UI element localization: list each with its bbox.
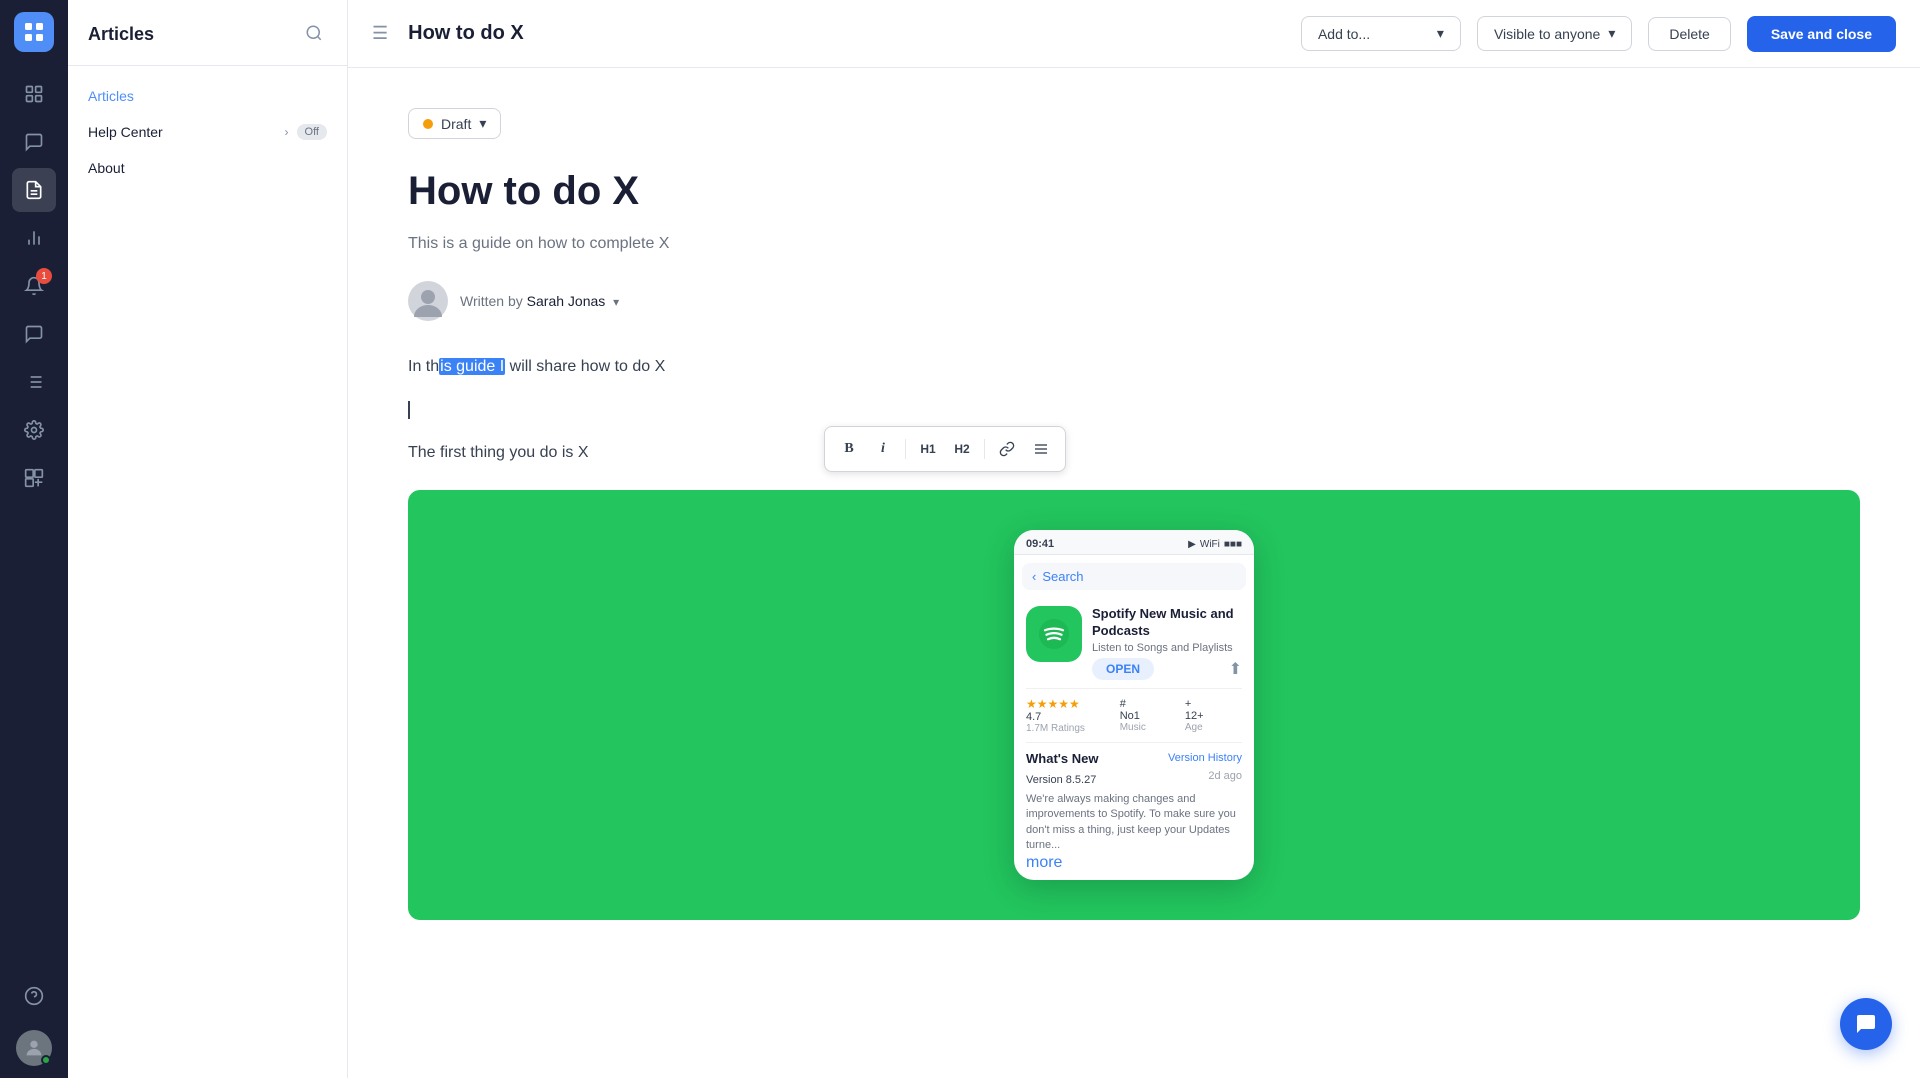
draft-dot-icon bbox=[423, 119, 433, 129]
left-nav: Articles Help Center › Off About bbox=[68, 66, 347, 198]
app-logo[interactable] bbox=[14, 12, 54, 52]
online-indicator bbox=[41, 1055, 51, 1065]
help-center-toggle[interactable]: Off bbox=[297, 124, 327, 140]
more-link[interactable]: more bbox=[1026, 854, 1062, 871]
toolbar-bold-button[interactable]: B bbox=[833, 433, 865, 465]
author-name: Sarah Jonas bbox=[527, 293, 606, 309]
sidebar-icon-extensions[interactable] bbox=[12, 456, 56, 500]
author-row: Written by Sarah Jonas ▾ bbox=[408, 281, 1860, 321]
toolbar-divider bbox=[905, 439, 906, 459]
article-topbar-title: How to do X bbox=[408, 22, 1285, 45]
image-block: 09:41 ▶ WiFi ■■■ ‹ Search bbox=[408, 490, 1860, 919]
toolbar-link-button[interactable] bbox=[991, 433, 1023, 465]
author-chevron-icon: ▾ bbox=[613, 295, 619, 309]
user-avatar[interactable] bbox=[16, 1030, 52, 1066]
sidebar-icon-support[interactable] bbox=[12, 974, 56, 1018]
article-para-2: The first thing you do is X bbox=[408, 439, 1860, 466]
add-to-chevron-icon: ▾ bbox=[1437, 25, 1444, 42]
toolbar-h2-button[interactable]: H2 bbox=[946, 433, 978, 465]
content-area: Draft ▾ How to do X This is a guide on h… bbox=[348, 68, 1920, 1078]
article-body[interactable]: In this guide I will share how to do X T… bbox=[408, 353, 1860, 467]
notification-badge: 1 bbox=[36, 268, 52, 284]
sidebar-icon-chat[interactable] bbox=[12, 312, 56, 356]
add-to-button[interactable]: Add to... ▾ bbox=[1301, 16, 1461, 51]
nav-item-about[interactable]: About bbox=[68, 150, 347, 186]
sidebar-icon-reports[interactable] bbox=[12, 216, 56, 260]
phone-app-row: Spotify New Music and Podcasts Listen to… bbox=[1014, 598, 1254, 688]
share-icon: ⬆ bbox=[1229, 659, 1242, 679]
article-subtitle: This is a guide on how to complete X bbox=[408, 231, 1860, 257]
article-title: How to do X bbox=[408, 167, 1860, 215]
sidebar-icon-settings[interactable] bbox=[12, 408, 56, 452]
sidebar-icon-articles[interactable] bbox=[12, 168, 56, 212]
sidebar-icon-list[interactable] bbox=[12, 360, 56, 404]
help-center-arrow: › bbox=[285, 125, 289, 139]
back-chevron-icon: ‹ bbox=[1032, 569, 1036, 584]
left-panel: Articles Articles Help Center › Off Abou… bbox=[68, 0, 348, 1078]
spotify-icon bbox=[1026, 606, 1082, 662]
save-close-button[interactable]: Save and close bbox=[1747, 16, 1896, 52]
author-info: Written by Sarah Jonas ▾ bbox=[460, 293, 619, 309]
toolbar-divider-2 bbox=[984, 439, 985, 459]
phone-search-bar: ‹ Search bbox=[1022, 563, 1246, 590]
text-toolbar: B i H1 H2 bbox=[824, 426, 1066, 472]
toolbar-align-button[interactable] bbox=[1025, 433, 1057, 465]
visible-chevron-icon: ▾ bbox=[1608, 25, 1615, 42]
sidebar-icon-inbox[interactable] bbox=[12, 120, 56, 164]
search-button[interactable] bbox=[301, 20, 327, 49]
phone-mockup: 09:41 ▶ WiFi ■■■ ‹ Search bbox=[1014, 530, 1254, 879]
selected-text: is guide I bbox=[439, 358, 505, 375]
phone-whats-new: What's New Version History Version 8.5.2… bbox=[1014, 743, 1254, 880]
phone-open-button[interactable]: OPEN bbox=[1092, 658, 1154, 680]
topbar: ☰ How to do X Add to... ▾ Visible to any… bbox=[348, 0, 1920, 68]
toolbar-h1-button[interactable]: H1 bbox=[912, 433, 944, 465]
chat-support-button[interactable] bbox=[1840, 998, 1892, 1050]
nav-item-articles[interactable]: Articles bbox=[68, 78, 347, 114]
sidebar-icon-dashboard[interactable] bbox=[12, 72, 56, 116]
main-area: ☰ How to do X Add to... ▾ Visible to any… bbox=[348, 0, 1920, 1078]
article-para-1: In this guide I will share how to do X bbox=[408, 353, 1860, 380]
toolbar-italic-button[interactable]: i bbox=[867, 433, 899, 465]
draft-chevron-icon: ▾ bbox=[479, 115, 486, 132]
author-avatar bbox=[408, 281, 448, 321]
draft-badge[interactable]: Draft ▾ bbox=[408, 108, 501, 139]
nav-item-help-center[interactable]: Help Center › Off bbox=[68, 114, 347, 150]
phone-stats: ★★★★★ 4.7 1.7M Ratings # No1 Music + 12+… bbox=[1014, 689, 1254, 742]
menu-icon[interactable]: ☰ bbox=[372, 23, 388, 44]
icon-sidebar: 1 bbox=[0, 0, 68, 1078]
sidebar-icon-notification[interactable]: 1 bbox=[12, 264, 56, 308]
left-panel-header: Articles bbox=[68, 0, 347, 66]
panel-title: Articles bbox=[88, 24, 154, 45]
text-cursor bbox=[408, 401, 410, 419]
visible-to-anyone-button[interactable]: Visible to anyone ▾ bbox=[1477, 16, 1632, 51]
phone-status-bar: 09:41 ▶ WiFi ■■■ bbox=[1014, 530, 1254, 555]
delete-button[interactable]: Delete bbox=[1648, 17, 1730, 51]
